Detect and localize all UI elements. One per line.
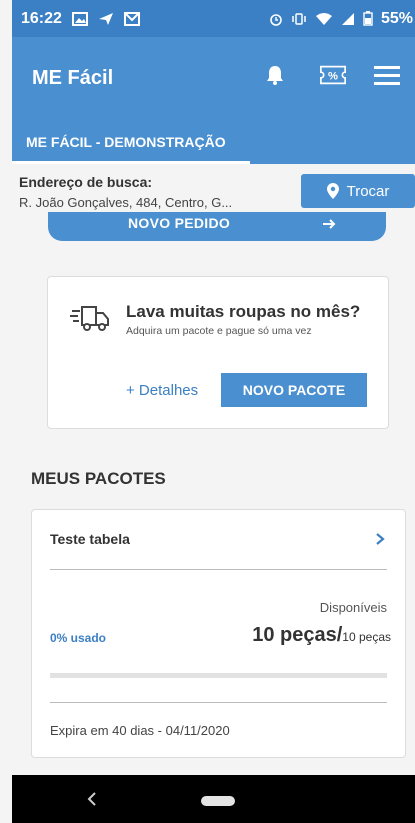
arrow-right-icon: [323, 219, 336, 229]
details-link[interactable]: + Detalhes: [126, 382, 198, 399]
usage-percent: 0% usado: [50, 631, 107, 645]
status-bar: 16:22 55%: [12, 0, 415, 37]
image-icon: [71, 11, 88, 26]
new-package-label: NOVO PACOTE: [242, 382, 346, 398]
alarm-icon: [270, 13, 282, 26]
coupon-button[interactable]: %: [319, 61, 347, 89]
pieces-available: 10 peças/: [252, 624, 343, 646]
expiry-text: Expira em 40 dias - 04/11/2020: [50, 723, 230, 738]
send-icon: [98, 12, 113, 25]
tab-label: ME FÁCIL - DEMONSTRAÇÃO: [26, 134, 226, 150]
back-icon[interactable]: [87, 791, 97, 807]
system-nav-bar: [12, 775, 415, 823]
home-pill[interactable]: [201, 796, 235, 806]
address-label: Endereço de busca:: [19, 174, 153, 190]
status-time: 16:22: [21, 9, 62, 27]
package-name: Teste tabela: [50, 531, 130, 547]
promo-title: Lava muitas roupas no mês?: [126, 302, 361, 321]
app-title: ME Fácil: [32, 67, 114, 89]
bell-icon: [267, 66, 283, 85]
new-package-button[interactable]: NOVO PACOTE: [221, 373, 367, 407]
status-right: 55%: [269, 10, 415, 28]
new-order-label: NOVO PEDIDO: [128, 215, 231, 231]
app-bar-actions: %: [261, 61, 415, 89]
signal-icon: [341, 12, 354, 25]
section-title: MEUS PACOTES: [31, 469, 166, 488]
delivery-truck-icon: [70, 306, 109, 331]
divider: [50, 702, 387, 703]
promo-card: Lava muitas roupas no mês? Adquira um pa…: [47, 276, 389, 429]
coupon-percent-icon: %: [320, 65, 346, 85]
package-card[interactable]: Teste tabela Disponíveis 0% usado 10 peç…: [31, 509, 406, 758]
app-bar: ME Fácil %: [12, 37, 415, 120]
vibrate-icon: [292, 12, 306, 25]
change-address-label: Trocar: [346, 182, 390, 200]
address-bar: Endereço de busca: R. João Gonçalves, 48…: [12, 164, 415, 212]
status-left: 16:22: [21, 10, 140, 28]
pieces-count: 10 peças/10 peças: [252, 624, 391, 647]
tab-me-facil-demo[interactable]: ME FÁCIL - DEMONSTRAÇÃO: [12, 120, 250, 164]
wifi-icon: [315, 12, 332, 25]
location-pin-icon: [326, 183, 339, 199]
menu-button[interactable]: [373, 61, 401, 89]
notifications-button[interactable]: [261, 61, 289, 89]
hamburger-menu-icon: [374, 66, 400, 85]
divider: [50, 569, 387, 570]
pieces-total: 10 peças: [342, 630, 391, 644]
available-label: Disponíveis: [319, 600, 387, 615]
chevron-right-icon[interactable]: [375, 532, 385, 546]
mail-icon: [123, 11, 140, 26]
promo-subtitle: Adquira um pacote e pague só uma vez: [126, 325, 312, 337]
address-value: R. João Gonçalves, 484, Centro, G...: [19, 195, 233, 210]
battery-icon: [363, 11, 373, 26]
change-address-button[interactable]: Trocar: [301, 174, 415, 208]
usage-progress-bar: [50, 673, 387, 678]
battery-percent: 55%: [380, 9, 413, 27]
tab-bar: ME FÁCIL - DEMONSTRAÇÃO: [12, 120, 415, 164]
svg-text:%: %: [328, 71, 338, 83]
